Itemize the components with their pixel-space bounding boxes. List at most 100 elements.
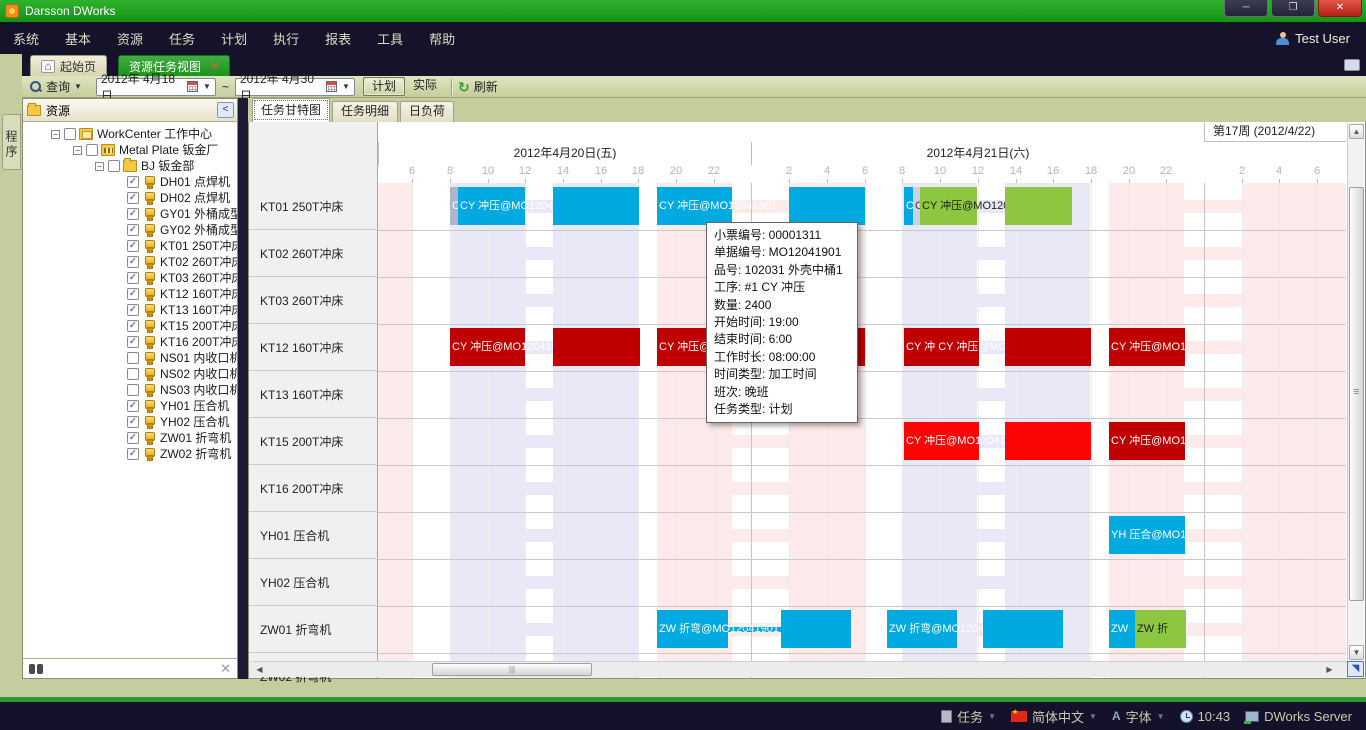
collapse-panel-button[interactable]: < bbox=[217, 102, 234, 118]
gantt-tab-1[interactable]: 任务甘特图 bbox=[252, 98, 330, 122]
tree-checkbox[interactable]: ✓ bbox=[127, 240, 139, 252]
tree-node[interactable]: ✓YH02 压合机 bbox=[23, 414, 237, 430]
tree-checkbox[interactable]: ✓ bbox=[127, 416, 139, 428]
task-bar[interactable]: C bbox=[904, 187, 913, 225]
plan-button[interactable]: 计划 bbox=[363, 77, 405, 96]
side-tab-program[interactable]: 程序 bbox=[2, 114, 21, 170]
task-bar[interactable] bbox=[1005, 328, 1091, 366]
task-bar[interactable]: ZW bbox=[1109, 610, 1135, 648]
minimize-button[interactable]: ─ bbox=[1224, 0, 1268, 17]
task-bar[interactable]: CY 冲压@MO12041904 bbox=[450, 328, 525, 366]
tree-checkbox[interactable]: ✓ bbox=[127, 288, 139, 300]
task-bar[interactable]: ZW 折弯@MO12041901 bbox=[657, 610, 728, 648]
expand-icon[interactable]: − bbox=[95, 162, 104, 171]
query-button[interactable]: 查询 ▼ bbox=[30, 78, 82, 95]
expand-icon[interactable]: − bbox=[51, 130, 60, 139]
task-bar[interactable] bbox=[781, 610, 851, 648]
tree-checkbox[interactable]: ✓ bbox=[127, 272, 139, 284]
tree-checkbox[interactable] bbox=[86, 144, 98, 156]
horizontal-scroll-thumb[interactable]: ||| bbox=[432, 663, 592, 676]
task-bar[interactable]: YH 压合@MO1 bbox=[1109, 516, 1185, 554]
vertical-scrollbar[interactable]: ▲ ▼ bbox=[1347, 123, 1364, 678]
tree-node[interactable]: NS02 内收口机 bbox=[23, 366, 237, 382]
date-to-field[interactable]: 2012年 4月30日 ▼ bbox=[235, 78, 355, 96]
scroll-up-icon[interactable]: ▲ bbox=[1349, 124, 1364, 139]
task-bar[interactable] bbox=[553, 328, 640, 366]
tree-node[interactable]: ✓GY01 外桶成型机 bbox=[23, 206, 237, 222]
tree-node[interactable]: ✓YH01 压合机 bbox=[23, 398, 237, 414]
restore-button[interactable]: ❐ bbox=[1271, 0, 1315, 17]
tree-checkbox[interactable] bbox=[108, 160, 120, 172]
tree-node[interactable]: −Metal Plate 钣金厂 bbox=[23, 142, 237, 158]
tree-node[interactable]: ✓ZW02 折弯机 bbox=[23, 446, 237, 462]
user-area[interactable]: Test User bbox=[1276, 22, 1350, 54]
tree-checkbox[interactable]: ✓ bbox=[127, 336, 139, 348]
status-item-clock[interactable]: 10:43 bbox=[1180, 709, 1231, 724]
tree-node[interactable]: ✓ZW01 折弯机 bbox=[23, 430, 237, 446]
tree-search-bar[interactable]: ✕ bbox=[23, 658, 237, 678]
tree-node[interactable]: NS03 内收口机 bbox=[23, 382, 237, 398]
expand-icon[interactable]: − bbox=[73, 146, 82, 155]
tree-node[interactable]: ✓KT15 200T冲床 bbox=[23, 318, 237, 334]
status-item-fontA[interactable]: A字体▼ bbox=[1112, 707, 1165, 726]
task-bar[interactable]: CY 冲压@MO1 bbox=[1109, 422, 1185, 460]
horizontal-scrollbar[interactable]: ◀ ||| ▶ bbox=[250, 661, 1347, 677]
task-bar[interactable] bbox=[553, 187, 639, 225]
menu-item-4[interactable]: 任务 bbox=[156, 29, 208, 48]
scroll-down-icon[interactable]: ▼ bbox=[1349, 645, 1364, 660]
tree-node[interactable]: ✓DH02 点焊机 bbox=[23, 190, 237, 206]
tree-checkbox[interactable] bbox=[127, 384, 139, 396]
tree-checkbox[interactable]: ✓ bbox=[127, 192, 139, 204]
menu-item-8[interactable]: 工具 bbox=[364, 29, 416, 48]
tree-checkbox[interactable]: ✓ bbox=[127, 320, 139, 332]
tree-node[interactable]: ✓KT16 200T冲床 bbox=[23, 334, 237, 350]
refresh-button[interactable]: ↻ 刷新 bbox=[458, 78, 498, 95]
task-bar[interactable]: C bbox=[913, 187, 920, 225]
task-bar[interactable]: CY 冲压@MO12041901 bbox=[657, 187, 732, 225]
tree-checkbox[interactable]: ✓ bbox=[127, 448, 139, 460]
task-bar[interactable]: CY 冲 CY 冲压@MO12041904 bbox=[904, 328, 979, 366]
gantt-tab-2[interactable]: 任务明细 bbox=[332, 101, 398, 122]
tree-checkbox[interactable]: ✓ bbox=[127, 304, 139, 316]
task-bar[interactable]: C bbox=[450, 187, 458, 225]
task-bar[interactable]: CY 冲压@MO12041902 bbox=[920, 187, 977, 225]
menu-item-2[interactable]: 基本 bbox=[52, 29, 104, 48]
tree-checkbox[interactable] bbox=[127, 352, 139, 364]
tree-node[interactable]: ✓KT01 250T冲床 bbox=[23, 238, 237, 254]
tab-close-icon[interactable]: ✕ bbox=[210, 60, 219, 73]
date-from-field[interactable]: 2012年 4月18日 ▼ bbox=[96, 78, 216, 96]
tree-node[interactable]: ✓KT03 260T冲床 bbox=[23, 270, 237, 286]
menu-item-6[interactable]: 执行 bbox=[260, 29, 312, 48]
tree-node[interactable]: NS01 内收口机 bbox=[23, 350, 237, 366]
task-bar[interactable]: CY 冲压@MO12041901 bbox=[458, 187, 525, 225]
clear-search-icon[interactable]: ✕ bbox=[220, 661, 231, 677]
actual-button[interactable]: 实际 bbox=[405, 77, 445, 96]
tree-checkbox[interactable] bbox=[127, 368, 139, 380]
panel-splitter[interactable] bbox=[238, 98, 248, 679]
tree-checkbox[interactable]: ✓ bbox=[127, 224, 139, 236]
task-bar[interactable]: ZW 折弯@MO12041901 bbox=[887, 610, 957, 648]
menu-item-9[interactable]: 帮助 bbox=[416, 29, 468, 48]
vertical-scroll-thumb[interactable] bbox=[1349, 187, 1364, 601]
tree-checkbox[interactable]: ✓ bbox=[127, 432, 139, 444]
window-list-icon[interactable] bbox=[1344, 59, 1360, 71]
menu-item-5[interactable]: 计划 bbox=[208, 29, 260, 48]
task-bar[interactable] bbox=[1005, 187, 1072, 225]
task-bar[interactable]: CY 冲压@MO1 bbox=[1109, 328, 1185, 366]
task-bar[interactable] bbox=[983, 610, 1063, 648]
tree-node[interactable]: ✓GY02 外桶成型机 bbox=[23, 222, 237, 238]
tree-checkbox[interactable] bbox=[64, 128, 76, 140]
task-bar[interactable] bbox=[789, 187, 865, 225]
tree-node[interactable]: −BJ 钣金部 bbox=[23, 158, 237, 174]
tree-checkbox[interactable]: ✓ bbox=[127, 256, 139, 268]
menu-item-7[interactable]: 报表 bbox=[312, 29, 364, 48]
tree-node[interactable]: −WorkCenter 工作中心 bbox=[23, 126, 237, 142]
scroll-right-icon[interactable]: ▶ bbox=[1322, 663, 1337, 678]
tree-node[interactable]: ✓KT13 160T冲床 bbox=[23, 302, 237, 318]
tree-node[interactable]: ✓DH01 点焊机 bbox=[23, 174, 237, 190]
tree-checkbox[interactable]: ✓ bbox=[127, 176, 139, 188]
close-button[interactable]: ✕ bbox=[1318, 0, 1362, 17]
scroll-left-icon[interactable]: ◀ bbox=[252, 663, 267, 678]
status-item-flag[interactable]: 简体中文▼ bbox=[1011, 707, 1097, 726]
tree-checkbox[interactable]: ✓ bbox=[127, 208, 139, 220]
